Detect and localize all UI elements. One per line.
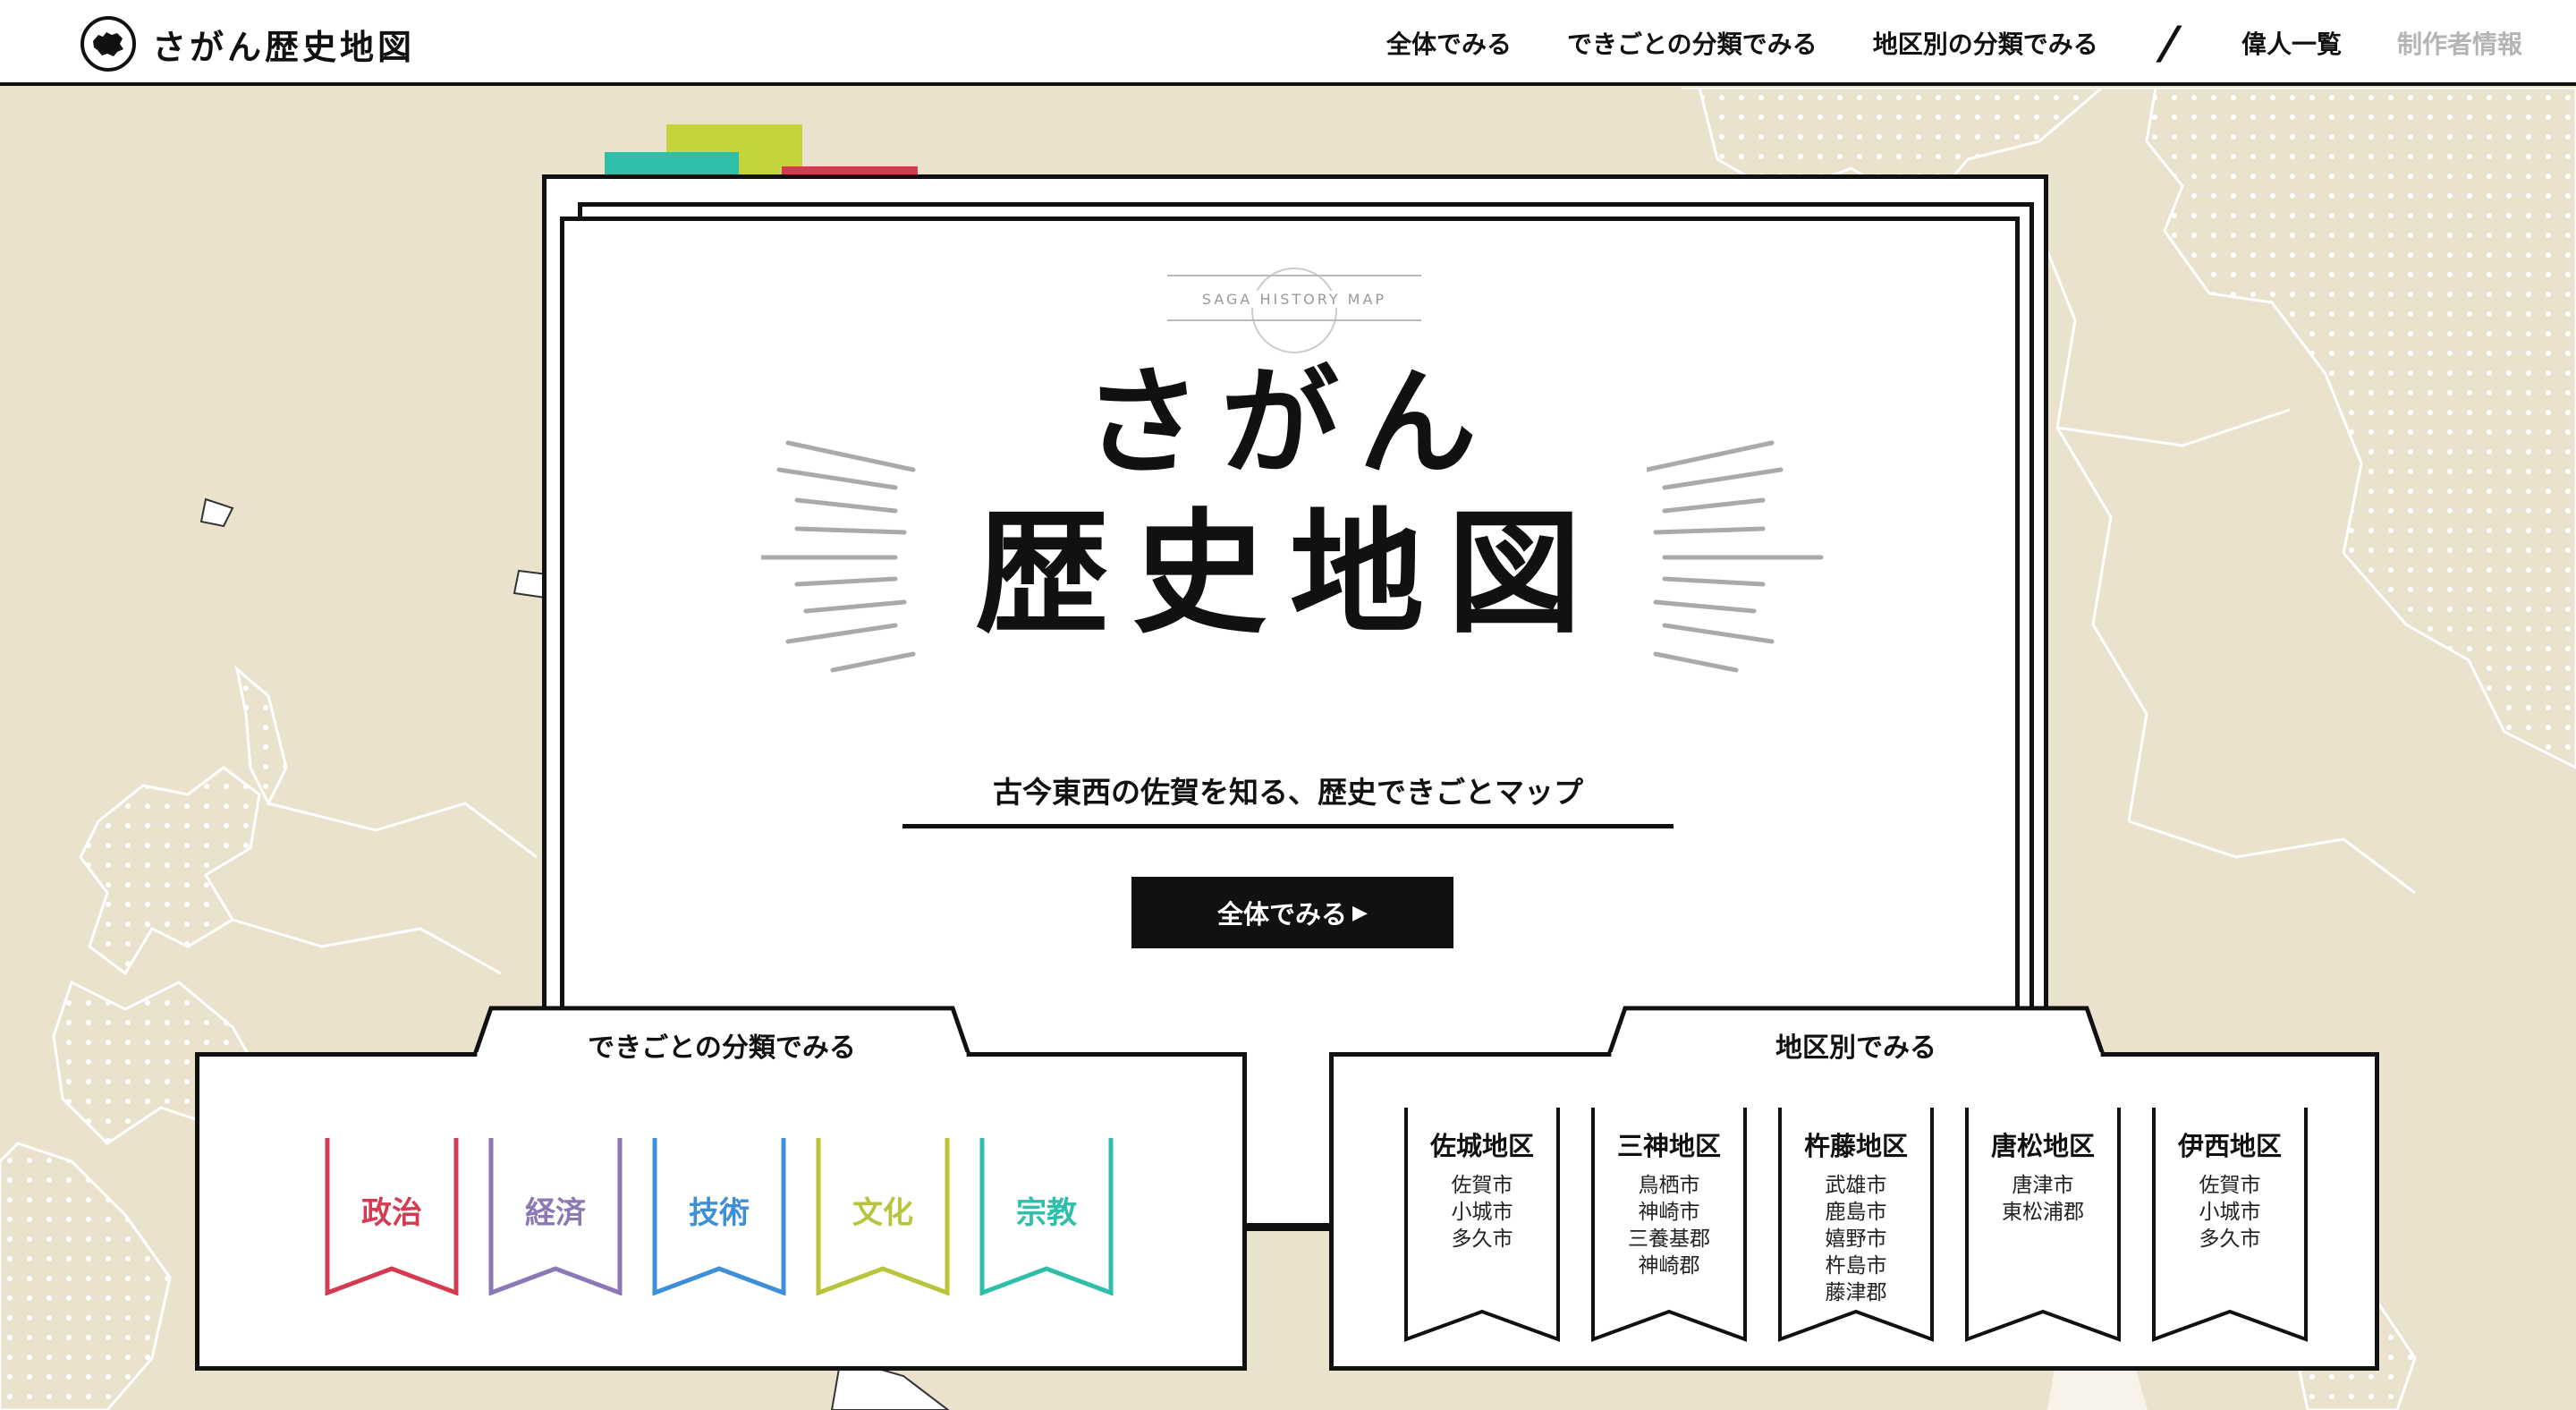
view-all-label: 全体でみる bbox=[1217, 899, 1348, 930]
district-city-list: 武雄市鹿島市嬉野市杵島市藤津郡 bbox=[1777, 1172, 1935, 1306]
category-label: 経済 bbox=[525, 1195, 586, 1231]
category-label: 政治 bbox=[361, 1195, 422, 1231]
district-city: 小城市 bbox=[2199, 1201, 2261, 1224]
nav-overall[interactable]: 全体でみる bbox=[1386, 25, 1512, 61]
district-name: 杵藤地区 bbox=[1803, 1131, 1908, 1161]
hero-title-line2: 歴史地図 bbox=[974, 497, 1605, 652]
district-name: 佐城地区 bbox=[1429, 1131, 1534, 1161]
district-city: 佐賀市 bbox=[1451, 1174, 1513, 1197]
category-banner-1[interactable]: 経済 bbox=[488, 1138, 623, 1295]
district-city: 多久市 bbox=[1451, 1227, 1513, 1251]
district-city: 唐津市 bbox=[2012, 1174, 2074, 1197]
category-banner-2[interactable]: 技術 bbox=[652, 1138, 786, 1295]
district-city: 杵島市 bbox=[1825, 1254, 1887, 1278]
site-header: さがん歴史地図 全体でみる できごとの分類でみる 地区別の分類でみる / 偉人一… bbox=[0, 0, 2576, 86]
district-city: 東松浦郡 bbox=[2002, 1201, 2084, 1224]
district-city: 武雄市 bbox=[1825, 1174, 1887, 1197]
category-label: 宗教 bbox=[1016, 1195, 1077, 1231]
hero-subtitle-en: SAGA HISTORY MAP bbox=[1173, 291, 1416, 308]
category-banner-3[interactable]: 文化 bbox=[816, 1138, 950, 1295]
saga-map-logo-icon bbox=[80, 16, 136, 72]
nav-figures[interactable]: 偉人一覧 bbox=[2241, 25, 2342, 61]
district-banner-2[interactable]: 杵藤地区武雄市鹿島市嬉野市杵島市藤津郡 bbox=[1777, 1108, 1935, 1342]
play-arrow-icon: ▶ bbox=[1352, 901, 1368, 924]
view-all-button[interactable]: 全体でみる ▶ bbox=[1131, 877, 1453, 948]
category-banner-4[interactable]: 宗教 bbox=[979, 1138, 1114, 1295]
district-city: 鳥栖市 bbox=[1638, 1174, 1700, 1197]
district-panel: 佐城地区 佐賀市 小城市 多久市 三神地区 鳥栖市 神崎市 三養基郡 神崎郡 杵藤地区 武雄市 鹿島市… bbox=[1329, 1052, 2379, 1371]
hero-tagline: 古今東西の佐賀を知る、歴史できごとマップ bbox=[902, 769, 1674, 828]
district-banner-4[interactable]: 伊西地区佐賀市小城市多久市 bbox=[2151, 1108, 2309, 1342]
brand-link[interactable]: さがん歴史地図 bbox=[80, 16, 415, 72]
district-city: 三養基郡 bbox=[1628, 1227, 1710, 1251]
district-city: 藤津郡 bbox=[1825, 1281, 1887, 1304]
district-name: 唐松地区 bbox=[1990, 1131, 2095, 1161]
nav-by-district[interactable]: 地区別の分類でみる bbox=[1873, 25, 2098, 61]
district-panel-title: 地区別でみる bbox=[1775, 1032, 1936, 1064]
district-city: 嬉野市 bbox=[1825, 1227, 1887, 1251]
district-city-list: 唐津市 東松浦郡 bbox=[1964, 1172, 2122, 1226]
category-label: 技術 bbox=[689, 1195, 750, 1231]
district-banner-1[interactable]: 三神地区鳥栖市神崎市三養基郡神崎郡 bbox=[1590, 1108, 1748, 1342]
district-city: 神崎郡 bbox=[1638, 1254, 1700, 1278]
district-banner-3[interactable]: 唐松地区唐津市東松浦郡 bbox=[1964, 1108, 2122, 1342]
district-city: 鹿島市 bbox=[1825, 1201, 1887, 1224]
category-panel-title: できごとの分類でみる bbox=[588, 1032, 856, 1064]
district-city-list: 鳥栖市神崎市三養基郡神崎郡 bbox=[1590, 1172, 1748, 1279]
district-banner-0[interactable]: 佐城地区佐賀市小城市多久市 bbox=[1403, 1108, 1561, 1342]
district-city: 佐賀市 bbox=[2199, 1174, 2261, 1197]
nav-by-category[interactable]: できごとの分類でみる bbox=[1567, 25, 1818, 61]
district-city: 小城市 bbox=[1451, 1201, 1513, 1224]
brand-name: さがん歴史地図 bbox=[152, 27, 416, 67]
district-city-list: 佐賀市 小城市 多久市 bbox=[1403, 1172, 1561, 1253]
district-city: 多久市 bbox=[2199, 1227, 2261, 1251]
nav-credits[interactable]: 制作者情報 bbox=[2397, 25, 2522, 61]
main-nav: 全体でみる できごとの分類でみる 地区別の分類でみる / 偉人一覧 制作者情報 bbox=[1331, 0, 2522, 86]
district-name: 三神地区 bbox=[1616, 1131, 1721, 1161]
hero-title-line1: さがん bbox=[1083, 354, 1496, 492]
category-banner-0[interactable]: 政治 bbox=[325, 1138, 459, 1295]
nav-divider: / bbox=[2153, 17, 2184, 69]
category-label: 文化 bbox=[852, 1195, 913, 1231]
district-city: 神崎市 bbox=[1638, 1201, 1700, 1224]
district-name: 伊西地区 bbox=[2177, 1131, 2282, 1161]
category-panel: 政治 経済 技術 文化 宗教 bbox=[195, 1052, 1247, 1371]
district-city-list: 佐賀市 小城市 多久市 bbox=[2151, 1172, 2309, 1253]
